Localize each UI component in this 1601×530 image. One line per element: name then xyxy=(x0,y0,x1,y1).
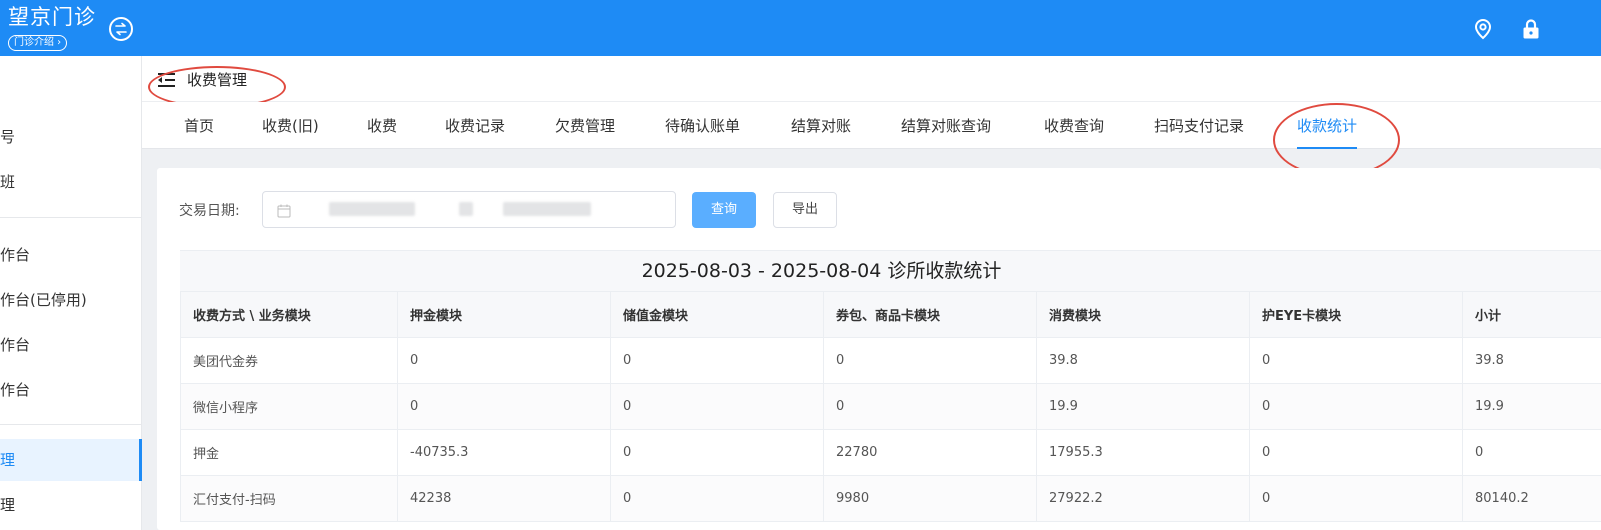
sidebar-item-8[interactable]: 理 xyxy=(0,484,142,526)
tab-charge-old[interactable]: 收费(旧) xyxy=(262,102,319,149)
brand: 望京门诊 门诊介绍 › xyxy=(8,4,96,51)
sidebar-item-5[interactable]: 作台 xyxy=(0,324,142,366)
table-cell: 19.9 xyxy=(1036,383,1250,430)
clinic-intro-link[interactable]: 门诊介绍 › xyxy=(8,35,68,51)
tab-arrears[interactable]: 欠费管理 xyxy=(555,102,615,149)
table-cell: 27922.2 xyxy=(1036,475,1250,522)
table-cell: 39.8 xyxy=(1462,337,1601,384)
sidebar: 号 班 作台 作台(已停用) 作台 作台 理 理 xyxy=(0,56,142,530)
table-cell: 0 xyxy=(1249,429,1463,476)
table-row: 汇付支付-扫码 42238 0 9980 27922.2 0 80140.2 xyxy=(180,475,1601,522)
sidebar-item-active[interactable]: 理 xyxy=(0,439,142,481)
tab-charge-query[interactable]: 收费查询 xyxy=(1044,102,1104,149)
blurred-end-date xyxy=(503,202,591,216)
sidebar-item-1[interactable]: 号 xyxy=(0,116,142,158)
col-header: 储值金模块 xyxy=(610,291,824,338)
top-bar: 望京门诊 门诊介绍 › xyxy=(0,0,1601,56)
table-cell: 0 xyxy=(823,337,1037,384)
table-cell: 0 xyxy=(397,337,611,384)
date-range-input[interactable] xyxy=(262,191,676,228)
swap-circle-icon[interactable] xyxy=(109,17,133,41)
table-cell: 0 xyxy=(610,429,824,476)
table-cell: 押金 xyxy=(180,429,398,476)
stats-table: 2025-08-03 - 2025-08-04 诊所收款统计 收费方式 \ 业务… xyxy=(180,250,1601,530)
sidebar-item-4[interactable]: 作台(已停用) xyxy=(0,279,142,321)
table-cell: 0 xyxy=(1249,337,1463,384)
location-pin-icon[interactable] xyxy=(1472,18,1494,40)
col-header: 押金模块 xyxy=(397,291,611,338)
sidebar-item-6[interactable]: 作台 xyxy=(0,369,142,411)
table-cell: 微信小程序 xyxy=(180,383,398,430)
calendar-icon xyxy=(277,203,291,218)
table-cell: 80140.2 xyxy=(1462,475,1601,522)
table-cell: 0 xyxy=(1249,475,1463,522)
col-header: 小计 xyxy=(1462,291,1601,338)
table-cell: 19.9 xyxy=(1462,383,1601,430)
tab-scan-records[interactable]: 扫码支付记录 xyxy=(1154,102,1244,149)
query-button[interactable]: 查询 xyxy=(692,192,756,228)
annotation-circle xyxy=(1273,103,1400,177)
col-header: 消费模块 xyxy=(1036,291,1250,338)
col-header: 护EYE卡模块 xyxy=(1249,291,1463,338)
sidebar-item-2[interactable]: 班 xyxy=(0,161,142,203)
table-title-text: 2025-08-03 - 2025-08-04 诊所收款统计 xyxy=(641,260,1002,282)
table-header-row: 收费方式 \ 业务模块 押金模块 储值金模块 券包、商品卡模块 消费模块 护EY… xyxy=(180,291,1601,338)
sidebar-divider xyxy=(0,217,142,218)
table-cell: 17955.3 xyxy=(1036,429,1250,476)
table-cell: 0 xyxy=(610,475,824,522)
table-cell: 42238 xyxy=(397,475,611,522)
tab-settlement[interactable]: 结算对账 xyxy=(791,102,851,149)
sidebar-divider xyxy=(0,424,142,425)
col-header: 券包、商品卡模块 xyxy=(823,291,1037,338)
table-cell: -40735.3 xyxy=(397,429,611,476)
page-header: 收费管理 xyxy=(142,56,1601,102)
table-cell: 0 xyxy=(397,383,611,430)
table-cell: 22780 xyxy=(823,429,1037,476)
table-cell: 汇付支付-扫码 xyxy=(180,475,398,522)
col-header: 收费方式 \ 业务模块 xyxy=(180,291,398,338)
table-title: 2025-08-03 - 2025-08-04 诊所收款统计 xyxy=(180,251,1601,291)
sidebar-item-3[interactable]: 作台 xyxy=(0,234,142,276)
tab-home[interactable]: 首页 xyxy=(184,102,214,149)
table-row: 押金 -40735.3 0 22780 17955.3 0 0 xyxy=(180,429,1601,476)
table-cell: 0 xyxy=(1249,383,1463,430)
table-cell: 美团代金券 xyxy=(180,337,398,384)
table-cell: 9980 xyxy=(823,475,1037,522)
stats-grid: 收费方式 \ 业务模块 押金模块 储值金模块 券包、商品卡模块 消费模块 护EY… xyxy=(180,291,1601,522)
table-cell: 0 xyxy=(823,383,1037,430)
table-row: 微信小程序 0 0 0 19.9 0 19.9 xyxy=(180,383,1601,430)
table-cell: 0 xyxy=(610,383,824,430)
table-cell: 39.8 xyxy=(1036,337,1250,384)
lock-icon[interactable] xyxy=(1520,18,1542,40)
table-row: 美团代金券 0 0 0 39.8 0 39.8 xyxy=(180,337,1601,384)
blurred-separator xyxy=(459,202,473,216)
blurred-start-date xyxy=(329,202,415,216)
table-cell: 0 xyxy=(610,337,824,384)
tab-settlement-query[interactable]: 结算对账查询 xyxy=(901,102,991,149)
tab-pending-bills[interactable]: 待确认账单 xyxy=(665,102,740,149)
date-filter-label: 交易日期: xyxy=(179,203,240,219)
clinic-name: 望京门诊 xyxy=(8,5,96,29)
tab-charge[interactable]: 收费 xyxy=(367,102,397,149)
tab-charge-records[interactable]: 收费记录 xyxy=(445,102,505,149)
export-button[interactable]: 导出 xyxy=(773,192,837,228)
table-cell: 0 xyxy=(1462,429,1601,476)
